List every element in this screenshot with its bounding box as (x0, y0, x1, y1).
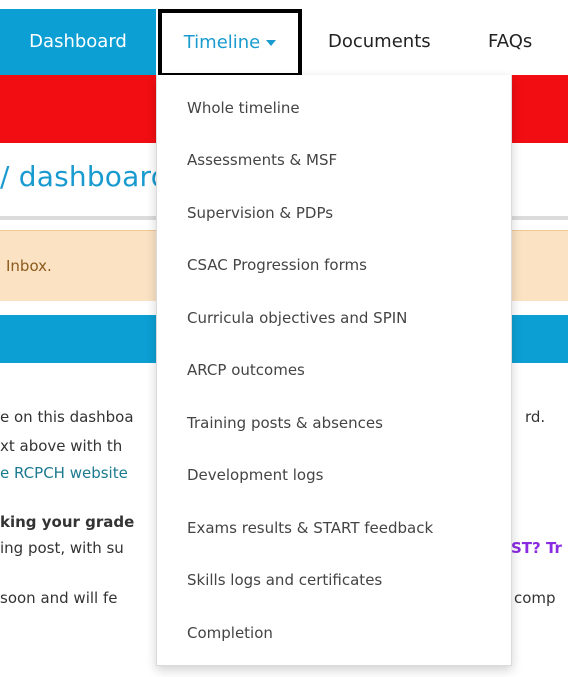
body-text-line: soon and will fe (0, 589, 118, 607)
body-text-line: comp (514, 589, 556, 607)
alert-text: Inbox. (6, 257, 52, 275)
page-title: / dashboard (0, 160, 169, 193)
body-text-line: ing post, with su (0, 539, 124, 557)
page-title-text: dashboard (18, 160, 169, 193)
menu-item-supervision-pdps[interactable]: Supervision & PDPs (187, 204, 333, 222)
menu-item-assessments-msf[interactable]: Assessments & MSF (187, 151, 337, 169)
body-text-line: xt above with th (0, 437, 123, 455)
menu-item-completion[interactable]: Completion (187, 624, 273, 642)
menu-item-skills-logs[interactable]: Skills logs and certificates (187, 571, 382, 589)
nav-dashboard-link[interactable]: Dashboard (0, 9, 156, 75)
body-text-line: rd. (525, 408, 546, 426)
rcpch-website-link[interactable]: e RCPCH website (0, 464, 128, 482)
body-heading-line: king your grade (0, 513, 135, 531)
nav-timeline-dropdown[interactable]: Timeline (158, 9, 302, 77)
purple-link[interactable]: ST? Tr (511, 539, 562, 557)
body-text-line: e on this dashboa (0, 408, 134, 426)
timeline-dropdown-menu: Whole timeline Assessments & MSF Supervi… (156, 75, 512, 666)
menu-item-development-logs[interactable]: Development logs (187, 466, 323, 484)
nav-timeline-label: Timeline (183, 32, 261, 53)
menu-item-arcp-outcomes[interactable]: ARCP outcomes (187, 361, 305, 379)
menu-item-whole-timeline[interactable]: Whole timeline (187, 99, 300, 117)
menu-item-csac-progression[interactable]: CSAC Progression forms (187, 256, 367, 274)
menu-item-curricula-objectives[interactable]: Curricula objectives and SPIN (187, 309, 407, 327)
nav-faqs-link[interactable]: FAQs (488, 9, 532, 75)
menu-item-training-posts[interactable]: Training posts & absences (187, 414, 383, 432)
top-nav: Dashboard Timeline Documents FAQs (0, 9, 568, 77)
chevron-down-icon (266, 40, 277, 46)
nav-documents-link[interactable]: Documents (328, 9, 431, 75)
menu-item-exams-results[interactable]: Exams results & START feedback (187, 519, 433, 537)
